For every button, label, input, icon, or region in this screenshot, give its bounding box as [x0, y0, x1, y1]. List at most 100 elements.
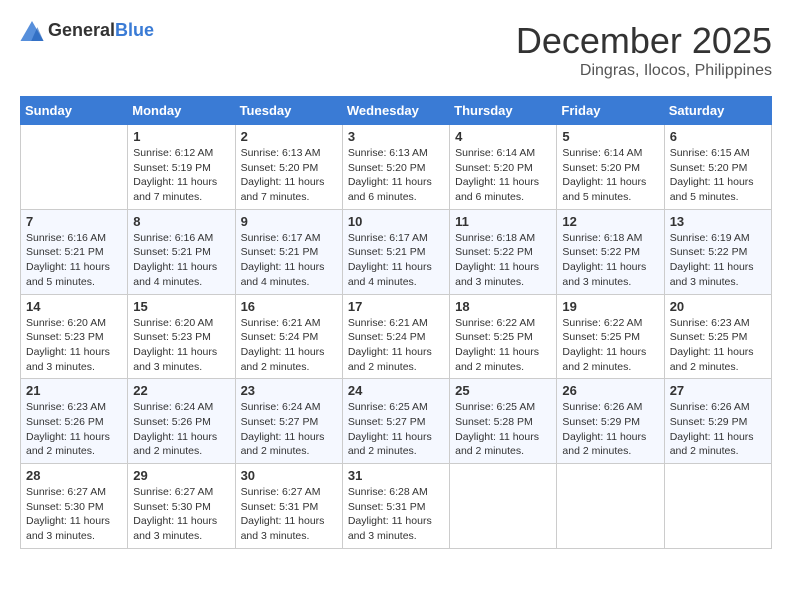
day-number: 3 — [348, 129, 444, 144]
calendar-cell: 22Sunrise: 6:24 AMSunset: 5:26 PMDayligh… — [128, 379, 235, 464]
day-info: Sunrise: 6:26 AMSunset: 5:29 PMDaylight:… — [670, 400, 766, 459]
page-header: GeneralBlue December 2025 Dingras, Iloco… — [20, 20, 772, 80]
day-info: Sunrise: 6:21 AMSunset: 5:24 PMDaylight:… — [241, 316, 337, 375]
calendar-cell: 3 Sunrise: 6:13 AMSunset: 5:20 PMDaylight… — [342, 125, 449, 210]
day-number: 1 — [133, 129, 229, 144]
day-number: 25 — [455, 383, 551, 398]
day-info: Sunrise: 6:14 AMSunset: 5:20 PMDaylight:… — [562, 146, 658, 205]
day-number: 30 — [241, 468, 337, 483]
day-number: 12 — [562, 214, 658, 229]
column-header-friday: Friday — [557, 97, 664, 125]
day-number: 2 — [241, 129, 337, 144]
calendar-cell: 1 Sunrise: 6:12 AMSunset: 5:19 PMDaylight… — [128, 125, 235, 210]
day-number: 13 — [670, 214, 766, 229]
calendar-cell: 29 Sunrise: 6:27 AMSunset: 5:30 PMDayligh… — [128, 464, 235, 549]
calendar-cell: 20 Sunrise: 6:23 AMSunset: 5:25 PMDayligh… — [664, 294, 771, 379]
day-info: Sunrise: 6:18 AMSunset: 5:22 PMDaylight:… — [562, 231, 658, 290]
calendar-cell: 25 Sunrise: 6:25 AMSunset: 5:28 PMDayligh… — [450, 379, 557, 464]
logo-blue-text: Blue — [115, 20, 154, 40]
calendar-cell: 27 Sunrise: 6:26 AMSunset: 5:29 PMDayligh… — [664, 379, 771, 464]
calendar-week-row: 7 Sunrise: 6:16 AMSunset: 5:21 PMDaylight… — [21, 209, 772, 294]
day-number: 27 — [670, 383, 766, 398]
calendar-cell: 16 Sunrise: 6:21 AMSunset: 5:24 PMDayligh… — [235, 294, 342, 379]
calendar-cell: 15 Sunrise: 6:20 AMSunset: 5:23 PMDayligh… — [128, 294, 235, 379]
day-number: 29 — [133, 468, 229, 483]
calendar-cell: 31Sunrise: 6:28 AMSunset: 5:31 PMDayligh… — [342, 464, 449, 549]
column-header-monday: Monday — [128, 97, 235, 125]
column-header-wednesday: Wednesday — [342, 97, 449, 125]
calendar-week-row: 21Sunrise: 6:23 AMSunset: 5:26 PMDayligh… — [21, 379, 772, 464]
day-info: Sunrise: 6:19 AMSunset: 5:22 PMDaylight:… — [670, 231, 766, 290]
calendar-cell — [450, 464, 557, 549]
calendar-cell: 24Sunrise: 6:25 AMSunset: 5:27 PMDayligh… — [342, 379, 449, 464]
day-info: Sunrise: 6:20 AMSunset: 5:23 PMDaylight:… — [133, 316, 229, 375]
day-number: 20 — [670, 299, 766, 314]
calendar-cell: 30 Sunrise: 6:27 AMSunset: 5:31 PMDayligh… — [235, 464, 342, 549]
day-number: 10 — [348, 214, 444, 229]
calendar-cell: 6Sunrise: 6:15 AMSunset: 5:20 PMDaylight… — [664, 125, 771, 210]
column-header-sunday: Sunday — [21, 97, 128, 125]
day-number: 8 — [133, 214, 229, 229]
calendar-week-row: 1 Sunrise: 6:12 AMSunset: 5:19 PMDaylight… — [21, 125, 772, 210]
day-number: 24 — [348, 383, 444, 398]
day-number: 21 — [26, 383, 122, 398]
day-number: 15 — [133, 299, 229, 314]
calendar-cell: 4 Sunrise: 6:14 AMSunset: 5:20 PMDaylight… — [450, 125, 557, 210]
day-number: 19 — [562, 299, 658, 314]
day-number: 7 — [26, 214, 122, 229]
calendar-cell — [664, 464, 771, 549]
day-info: Sunrise: 6:22 AMSunset: 5:25 PMDaylight:… — [562, 316, 658, 375]
location-title: Dingras, Ilocos, Philippines — [516, 62, 772, 80]
day-info: Sunrise: 6:26 AMSunset: 5:29 PMDaylight:… — [562, 400, 658, 459]
day-number: 22 — [133, 383, 229, 398]
calendar-cell: 19 Sunrise: 6:22 AMSunset: 5:25 PMDayligh… — [557, 294, 664, 379]
calendar-header-row: SundayMondayTuesdayWednesdayThursdayFrid… — [21, 97, 772, 125]
calendar-cell: 10Sunrise: 6:17 AMSunset: 5:21 PMDayligh… — [342, 209, 449, 294]
day-info: Sunrise: 6:13 AMSunset: 5:20 PMDaylight:… — [241, 146, 337, 205]
day-info: Sunrise: 6:23 AMSunset: 5:25 PMDaylight:… — [670, 316, 766, 375]
calendar-cell — [21, 125, 128, 210]
day-info: Sunrise: 6:14 AMSunset: 5:20 PMDaylight:… — [455, 146, 551, 205]
day-info: Sunrise: 6:15 AMSunset: 5:20 PMDaylight:… — [670, 146, 766, 205]
calendar-cell: 12 Sunrise: 6:18 AMSunset: 5:22 PMDayligh… — [557, 209, 664, 294]
day-info: Sunrise: 6:25 AMSunset: 5:28 PMDaylight:… — [455, 400, 551, 459]
calendar-week-row: 14 Sunrise: 6:20 AMSunset: 5:23 PMDayligh… — [21, 294, 772, 379]
column-header-saturday: Saturday — [664, 97, 771, 125]
day-number: 26 — [562, 383, 658, 398]
day-number: 9 — [241, 214, 337, 229]
day-info: Sunrise: 6:24 AMSunset: 5:27 PMDaylight:… — [241, 400, 337, 459]
day-info: Sunrise: 6:27 AMSunset: 5:31 PMDaylight:… — [241, 485, 337, 544]
day-info: Sunrise: 6:22 AMSunset: 5:25 PMDaylight:… — [455, 316, 551, 375]
day-number: 14 — [26, 299, 122, 314]
logo: GeneralBlue — [20, 20, 154, 41]
day-info: Sunrise: 6:27 AMSunset: 5:30 PMDaylight:… — [133, 485, 229, 544]
calendar-week-row: 28 Sunrise: 6:27 AMSunset: 5:30 PMDayligh… — [21, 464, 772, 549]
day-info: Sunrise: 6:17 AMSunset: 5:21 PMDaylight:… — [241, 231, 337, 290]
day-number: 4 — [455, 129, 551, 144]
calendar-cell: 14Sunrise: 6:20 AMSunset: 5:23 PMDayligh… — [21, 294, 128, 379]
calendar-table: SundayMondayTuesdayWednesdayThursdayFrid… — [20, 96, 772, 549]
calendar-cell: 21Sunrise: 6:23 AMSunset: 5:26 PMDayligh… — [21, 379, 128, 464]
day-info: Sunrise: 6:27 AMSunset: 5:30 PMDaylight:… — [26, 485, 122, 544]
day-info: Sunrise: 6:16 AMSunset: 5:21 PMDaylight:… — [133, 231, 229, 290]
day-info: Sunrise: 6:12 AMSunset: 5:19 PMDaylight:… — [133, 146, 229, 205]
title-block: December 2025 Dingras, Ilocos, Philippin… — [516, 20, 772, 80]
day-info: Sunrise: 6:13 AMSunset: 5:20 PMDaylight:… — [348, 146, 444, 205]
calendar-cell: 5Sunrise: 6:14 AMSunset: 5:20 PMDaylight… — [557, 125, 664, 210]
day-info: Sunrise: 6:21 AMSunset: 5:24 PMDaylight:… — [348, 316, 444, 375]
day-info: Sunrise: 6:28 AMSunset: 5:31 PMDaylight:… — [348, 485, 444, 544]
calendar-cell: 13 Sunrise: 6:19 AMSunset: 5:22 PMDayligh… — [664, 209, 771, 294]
calendar-cell: 8 Sunrise: 6:16 AMSunset: 5:21 PMDaylight… — [128, 209, 235, 294]
logo-general-text: General — [48, 20, 115, 40]
column-header-tuesday: Tuesday — [235, 97, 342, 125]
day-number: 11 — [455, 214, 551, 229]
calendar-cell: 17Sunrise: 6:21 AMSunset: 5:24 PMDayligh… — [342, 294, 449, 379]
calendar-cell: 26 Sunrise: 6:26 AMSunset: 5:29 PMDayligh… — [557, 379, 664, 464]
calendar-cell: 28 Sunrise: 6:27 AMSunset: 5:30 PMDayligh… — [21, 464, 128, 549]
month-title: December 2025 — [516, 20, 772, 62]
calendar-cell: 23 Sunrise: 6:24 AMSunset: 5:27 PMDayligh… — [235, 379, 342, 464]
day-number: 28 — [26, 468, 122, 483]
day-number: 16 — [241, 299, 337, 314]
day-number: 23 — [241, 383, 337, 398]
logo-icon — [20, 21, 44, 41]
